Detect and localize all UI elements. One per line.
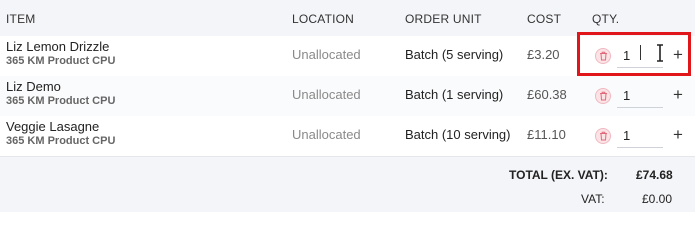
item-cost: £11.10: [527, 127, 566, 142]
trash-icon[interactable]: [595, 128, 611, 144]
item-cost: £3.20: [527, 47, 560, 62]
plus-icon[interactable]: +: [669, 85, 687, 105]
table-header: ITEM LOCATION ORDER UNIT COST QTY.: [0, 0, 695, 36]
item-location: Unallocated: [292, 127, 361, 142]
plus-icon[interactable]: +: [669, 125, 687, 145]
item-order-unit: Batch (10 serving): [405, 127, 511, 142]
item-subtitle: 365 KM Product CPU: [6, 55, 116, 67]
vat-label: VAT:: [581, 192, 605, 206]
item-subtitle: 365 KM Product CPU: [6, 135, 116, 147]
item-name: Veggie Lasagne: [6, 119, 100, 134]
item-cost: £60.38: [527, 87, 567, 102]
item-order-unit: Batch (1 serving): [405, 87, 504, 102]
vat-value: £0.00: [642, 192, 673, 206]
highlight-box: [577, 32, 691, 76]
total-label: TOTAL (EX. VAT):: [509, 168, 608, 182]
item-location: Unallocated: [292, 47, 361, 62]
item-subtitle: 365 KM Product CPU: [6, 95, 116, 107]
quantity-input[interactable]: [617, 84, 663, 108]
header-location: LOCATION: [292, 12, 355, 26]
table-row: Veggie Lasagne 365 KM Product CPU Unallo…: [0, 116, 695, 157]
header-item: ITEM: [6, 12, 36, 26]
trash-icon[interactable]: [595, 88, 611, 104]
header-order-unit: ORDER UNIT: [405, 12, 482, 26]
item-name: Liz Demo: [6, 79, 61, 94]
item-name: Liz Lemon Drizzle: [6, 39, 110, 54]
total-value: £74.68: [636, 168, 673, 182]
item-order-unit: Batch (5 serving): [405, 47, 504, 62]
table-row: Liz Demo 365 KM Product CPU Unallocated …: [0, 76, 695, 117]
header-cost: COST: [527, 12, 562, 26]
item-location: Unallocated: [292, 87, 361, 102]
quantity-input[interactable]: [617, 124, 663, 148]
header-qty: QTY.: [592, 12, 620, 26]
